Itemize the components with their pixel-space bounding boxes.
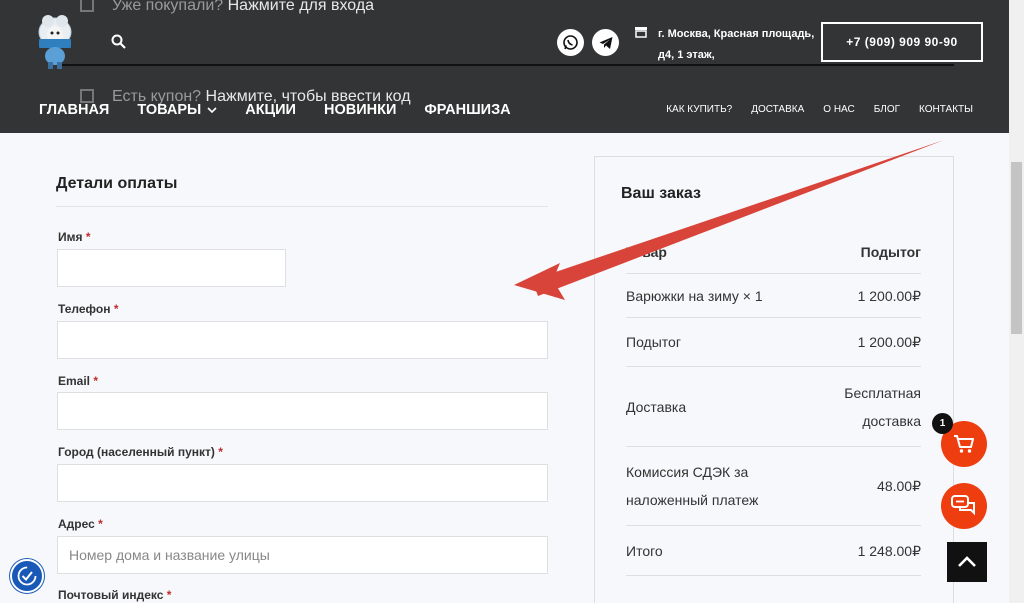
cart-icon — [954, 435, 974, 453]
telegram-icon — [599, 36, 612, 49]
search-icon[interactable] — [110, 33, 128, 51]
chat-icon — [951, 495, 975, 516]
email-label: Email * — [58, 374, 99, 388]
secondary-nav: КАК КУПИТЬ? ДОСТАВКА О НАС БЛОГ КОНТАКТЫ — [666, 104, 973, 115]
divider — [56, 206, 548, 207]
scroll-to-top-button[interactable] — [947, 542, 987, 582]
order-item-row: Варюжки на зиму × 1 1 200.00₽ — [626, 274, 921, 318]
nav-item-contacts[interactable]: КОНТАКТЫ — [919, 104, 973, 115]
total-row: Итого 1 248.00₽ — [626, 526, 921, 576]
order-title: Ваш заказ — [621, 185, 701, 202]
subtotal-row: Подытог 1 200.00₽ — [626, 318, 921, 367]
order-header-row: Товар Подытог — [626, 230, 921, 274]
nav-item-blog[interactable]: БЛОГ — [874, 104, 900, 115]
fee-row: Комиссия СДЭК за наложенный платеж 48.00₽ — [626, 447, 921, 526]
email-field[interactable] — [57, 392, 548, 430]
store-address: г. Москва, Красная площадь, д4, 1 этаж, — [658, 28, 815, 61]
scrollbar[interactable] — [1009, 0, 1024, 603]
cart-count-badge: 1 — [932, 413, 953, 434]
phone-button[interactable]: +7 (909) 909 90-90 — [821, 22, 983, 62]
accessibility-icon — [17, 566, 37, 586]
main-nav: ГЛАВНАЯ ТОВАРЫ АКЦИИ НОВИНКИ ФРАНШИЗА — [39, 102, 511, 118]
whatsapp-button[interactable] — [557, 29, 584, 56]
nav-item-products[interactable]: ТОВАРЫ — [137, 102, 217, 118]
nav-item-sales[interactable]: АКЦИИ — [245, 102, 296, 118]
phone-field[interactable] — [57, 321, 548, 359]
notice-icon — [80, 89, 94, 103]
delivery-row: Доставка Бесплатная доставка — [626, 367, 921, 447]
sheep-logo[interactable] — [36, 12, 74, 70]
address-label: Адрес * — [58, 517, 103, 531]
notice-icon — [80, 0, 94, 12]
store-icon — [635, 27, 647, 38]
nav-item-home[interactable]: ГЛАВНАЯ — [39, 102, 109, 118]
nav-item-delivery[interactable]: ДОСТАВКА — [751, 104, 804, 115]
billing-title: Детали оплаты — [56, 175, 178, 192]
zip-label: Почтовый индекс * — [58, 588, 172, 602]
whatsapp-icon — [563, 35, 578, 50]
scrollbar-thumb[interactable] — [1011, 162, 1022, 334]
divider — [62, 64, 954, 66]
chat-button[interactable] — [941, 483, 987, 529]
name-label: Имя * — [58, 230, 91, 244]
chevron-down-icon — [207, 106, 217, 113]
site-header: Уже покупали? Нажмите для входа Есть куп… — [0, 0, 1009, 133]
login-link[interactable]: Нажмите для входа — [228, 0, 374, 14]
city-label: Город (населенный пункт) * — [58, 445, 223, 459]
phone-label: Телефон * — [58, 302, 119, 316]
returning-customer-notice: Уже покупали? Нажмите для входа — [80, 0, 374, 15]
chevron-up-icon — [958, 556, 976, 567]
city-field[interactable] — [57, 464, 548, 502]
accessibility-button[interactable] — [10, 559, 44, 593]
nav-item-franchise[interactable]: ФРАНШИЗА — [424, 102, 510, 118]
name-field[interactable] — [57, 249, 286, 287]
nav-item-how-to-buy[interactable]: КАК КУПИТЬ? — [666, 104, 732, 115]
nav-item-new[interactable]: НОВИНКИ — [324, 102, 396, 118]
address-field[interactable]: Номер дома и название улицы — [57, 536, 548, 574]
nav-item-about[interactable]: О НАС — [823, 104, 854, 115]
telegram-button[interactable] — [592, 29, 619, 56]
